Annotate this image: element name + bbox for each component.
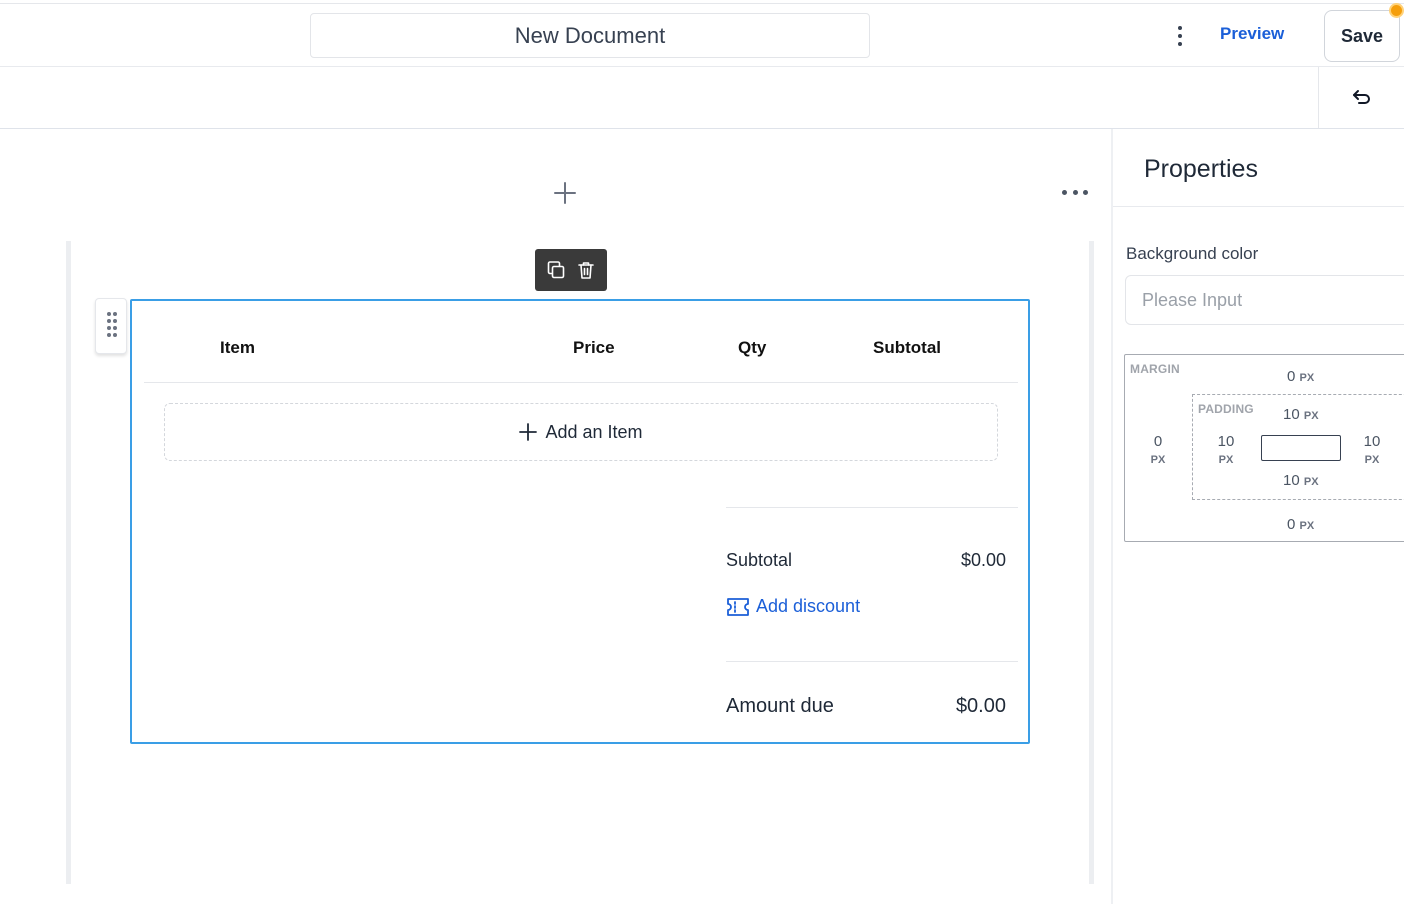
divider [1113, 206, 1404, 207]
padding-top-field[interactable]: 10 PX [1283, 406, 1319, 423]
padding-left-unit: PX [1218, 454, 1234, 466]
subtotal-value: $0.00 [960, 550, 1006, 570]
preview-button[interactable]: Preview [1220, 24, 1284, 44]
content-box [1261, 435, 1341, 461]
undo-icon [1352, 89, 1370, 104]
margin-label: MARGIN [1130, 362, 1180, 376]
subtotal-label: Subtotal [726, 550, 793, 570]
padding-top-unit: PX [1303, 410, 1319, 422]
background-color-label: Background color [1126, 244, 1259, 263]
duplicate-icon [547, 261, 565, 279]
panel-title: Properties [1144, 155, 1258, 183]
padding-right-unit: PX [1364, 454, 1380, 466]
add-discount-link[interactable]: Add discount [726, 596, 860, 617]
page-border-left [66, 241, 71, 884]
divider [726, 661, 1018, 662]
grip-icon [107, 312, 117, 337]
delete-button[interactable] [576, 260, 596, 280]
margin-top-field[interactable]: 0 PX [1287, 368, 1314, 385]
vertical-dots-icon[interactable] [1168, 22, 1192, 50]
plus-icon[interactable] [551, 179, 579, 207]
document-title[interactable]: New Document [310, 13, 870, 58]
page-border-right [1089, 241, 1094, 884]
padding-bottom-value: 10 [1283, 472, 1300, 489]
box-model-editor: MARGIN 0 PX 0 PX 0 PX PADDING 10 PX 10 P… [1124, 354, 1404, 542]
drag-handle[interactable] [95, 298, 127, 354]
add-item-button[interactable]: Add an Item [164, 403, 998, 461]
margin-left-value: 0 [1153, 433, 1163, 450]
amount-due-value: $0.00 [955, 695, 1006, 717]
margin-bottom-unit: PX [1299, 520, 1315, 532]
block-toolbar [535, 249, 607, 291]
background-color-input[interactable] [1125, 275, 1404, 325]
properties-panel: Properties Background color MARGIN 0 PX … [1111, 129, 1404, 904]
margin-top-unit: PX [1299, 372, 1315, 384]
plus-icon [519, 423, 538, 441]
invoice-table-header: Item Price Qty Subtotal [144, 301, 1018, 383]
amount-due-label: Amount due [726, 695, 834, 717]
margin-bottom-field[interactable]: 0 PX [1287, 516, 1314, 533]
margin-left-unit: PX [1150, 454, 1166, 466]
column-header-item: Item [220, 338, 255, 357]
margin-top-value: 0 [1287, 368, 1296, 385]
unsaved-indicator [1389, 3, 1404, 18]
horizontal-dots-icon[interactable] [1062, 185, 1088, 199]
column-header-subtotal: Subtotal [873, 338, 941, 357]
margin-bottom-value: 0 [1287, 516, 1296, 533]
padding-bottom-field[interactable]: 10 PX [1283, 472, 1319, 489]
ticket-icon [727, 597, 749, 616]
divider [726, 507, 1018, 508]
padding-box: PADDING 10 PX 10 PX 10 PX 10 PX [1192, 394, 1404, 500]
trash-icon [578, 262, 594, 279]
save-button[interactable]: Save [1324, 10, 1400, 62]
editor-canvas: Item Price Qty Subtotal Add an Item Subt… [0, 129, 1111, 904]
padding-top-value: 10 [1283, 406, 1300, 423]
padding-left-field[interactable]: 10 PX [1211, 433, 1241, 466]
padding-left-value: 10 [1217, 433, 1235, 450]
column-header-price: Price [573, 338, 615, 357]
top-bar: New Document Preview Save [0, 3, 1404, 67]
padding-label: PADDING [1198, 402, 1254, 416]
invoice-block[interactable]: Item Price Qty Subtotal Add an Item Subt… [130, 299, 1030, 744]
editor-toolbar [0, 67, 1404, 129]
margin-left-field[interactable]: 0 PX [1143, 433, 1173, 466]
padding-bottom-unit: PX [1303, 476, 1319, 488]
column-header-qty: Qty [738, 338, 767, 357]
undo-button[interactable] [1318, 67, 1404, 128]
add-discount-label: Add discount [756, 596, 861, 616]
duplicate-button[interactable] [546, 260, 566, 280]
padding-right-field[interactable]: 10 PX [1357, 433, 1387, 466]
padding-right-value: 10 [1363, 433, 1381, 450]
add-item-label: Add an Item [545, 421, 643, 442]
